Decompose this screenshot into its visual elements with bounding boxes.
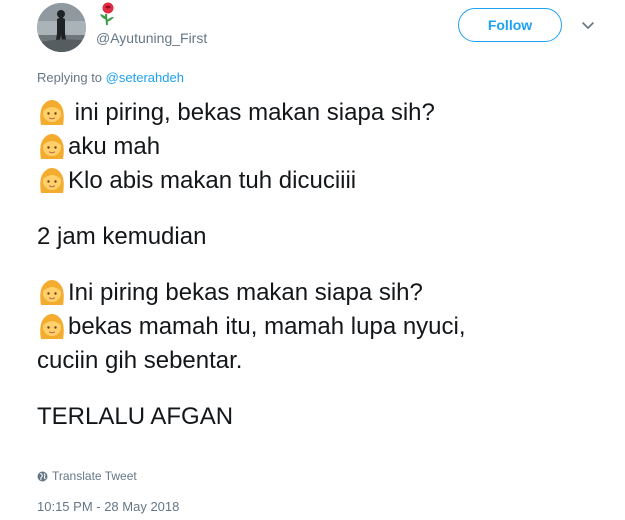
tweet-line: TERLALU AFGAN — [37, 400, 607, 434]
tweet-line-text: Klo abis makan tuh dicuciiii — [68, 167, 357, 194]
woman-emoji-icon — [37, 278, 67, 308]
woman-emoji-icon — [37, 98, 67, 128]
display-name[interactable] — [96, 2, 118, 26]
tweet-line-text: bekas mamah itu, mamah lupa nyuci, — [68, 313, 466, 340]
woman-emoji-icon — [37, 166, 67, 196]
chevron-down-icon[interactable] — [579, 16, 597, 34]
tweet-line: 2 jam kemudian — [37, 220, 607, 254]
tweet-line: bekas mamah itu, mamah lupa nyuci, — [37, 310, 607, 344]
tweet-line: cuciin gih sebentar. — [37, 344, 607, 378]
translate-tweet-label: Translate Tweet — [52, 469, 137, 483]
woman-emoji-icon — [37, 132, 67, 162]
tweet-line-text: aku mah — [68, 133, 161, 160]
tweet-line-text: 2 jam kemudian — [37, 223, 207, 250]
tweet-line: Ini piring bekas makan siapa sih? — [37, 276, 607, 310]
globe-icon — [37, 471, 48, 482]
rose-emoji-icon — [96, 2, 118, 30]
woman-emoji-icon — [37, 312, 67, 342]
tweet-line-text: Ini piring bekas makan siapa sih? — [68, 279, 423, 306]
tweet-line-text: cuciin gih sebentar. — [37, 347, 243, 374]
follow-button[interactable]: Follow — [458, 8, 562, 42]
tweet-line-text: TERLALU AFGAN — [37, 403, 234, 430]
avatar[interactable] — [37, 3, 86, 52]
translate-tweet-link[interactable]: Translate Tweet — [37, 469, 137, 483]
tweet-timestamp[interactable]: 10:15 PM - 28 May 2018 — [37, 499, 179, 514]
replying-to-label: Replying to — [37, 70, 103, 85]
tweet-line: ini piring, bekas makan siapa sih? — [37, 96, 607, 130]
tweet-line-text: ini piring, bekas makan siapa sih? — [68, 99, 435, 126]
reply-mention-link[interactable]: @seterahdeh — [106, 70, 184, 85]
username-handle[interactable]: @Ayutuning_First — [96, 30, 207, 46]
tweet-line: aku mah — [37, 130, 607, 164]
replying-to: Replying to @seterahdeh — [37, 70, 184, 85]
tweet-line: Klo abis makan tuh dicuciiii — [37, 164, 607, 198]
tweet-text: ini piring, bekas makan siapa sih? aku m… — [37, 96, 607, 434]
